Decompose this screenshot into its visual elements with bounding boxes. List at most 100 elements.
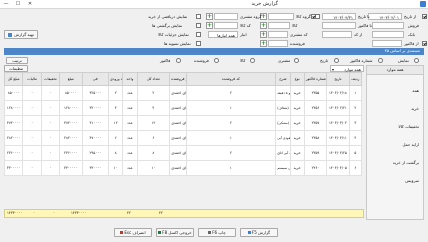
table-header-row: مبلغ کلمالیاتتخفیفاتمبلغفیتعداد ورودیواح… [3, 72, 363, 86]
table-cell: ۰ [22, 85, 42, 101]
table-cell: خرید [289, 100, 305, 116]
maximize-icon[interactable]: ☐ [12, 0, 24, 8]
table-cell: ۴ [136, 100, 171, 116]
column-header[interactable]: تخفیفات [40, 72, 61, 86]
report-button[interactable]: تهیه گزارش [4, 30, 38, 39]
check-settle-checkbox[interactable] [196, 41, 201, 46]
filter-select[interactable]: همه موارد ▾ [330, 65, 364, 72]
totals-row: ۱۴۳۳۰۰۰۰ ۰ ۰ ۱۴۳۳۰۰۰۰ ۴۲ ۴۲ [4, 209, 364, 218]
table-cell: ۱۲۸۰۰۰۰ [59, 100, 83, 116]
column-header[interactable]: مالیات [22, 72, 42, 86]
radio-date[interactable] [334, 58, 339, 63]
table-cell: ۴۷۰۰۰۰ [81, 130, 110, 146]
code-field[interactable] [214, 22, 238, 29]
column-header[interactable]: مبلغ [59, 72, 83, 86]
radio-seller[interactable] [214, 58, 219, 63]
table-cell: ۲۳۶۰۰۰۰ [3, 145, 24, 161]
sidebar-item-all[interactable]: همه [412, 88, 419, 93]
factor-to-field[interactable] [322, 22, 356, 29]
check-settle-label: نمایش تسویه ها [164, 41, 191, 46]
date-to-field[interactable]: ۱۴۰۳/۰۴/۳۱ [322, 13, 356, 20]
close-icon[interactable]: ✕ [24, 0, 36, 8]
sale-field[interactable] [372, 22, 404, 29]
cancel-button[interactable]: Esc انصراف [114, 228, 152, 237]
table-cell: ۰ [40, 160, 61, 176]
group-checkbox[interactable] [311, 14, 316, 19]
radio-goods[interactable] [250, 58, 255, 63]
column-header[interactable]: تعداد ورودی [108, 72, 124, 86]
total-qty: ۴۲ [159, 211, 163, 215]
customer-group-add-button[interactable]: + [206, 13, 213, 20]
column-header[interactable]: واحد [122, 72, 138, 86]
radio-factor-label: فاکتور [160, 58, 171, 63]
bank-label: بانک [408, 32, 416, 37]
sidebar-item-service[interactable]: سرویس [405, 178, 419, 183]
table-cell: خرید [289, 130, 305, 146]
seller-field[interactable] [268, 40, 288, 47]
sidebar-item-purchase[interactable]: خرید [411, 106, 419, 111]
check-returns-checkbox[interactable] [196, 23, 201, 28]
column-header[interactable]: تعداد کل [136, 72, 171, 86]
goods-add-button[interactable]: + [260, 22, 267, 29]
factor-from-field[interactable] [372, 40, 402, 47]
sort-button[interactable]: ترتیب [6, 57, 28, 64]
table-cell: ۵ [348, 145, 363, 161]
group-field[interactable] [268, 13, 294, 20]
radio-show[interactable] [414, 58, 419, 63]
store-select[interactable]: همه انبارها [208, 31, 238, 38]
table-cell: ۲۳۵۹ [303, 145, 328, 161]
code-add-button[interactable]: + [206, 22, 213, 29]
table-row[interactable]: ۳۳۰۰۰۰۰۰۰۳۳۰۰۰۰۰۳۳۰۰۰۰۱۰عدد۱۰آقای احمدی۱… [3, 160, 363, 176]
table-cell: ۲۸۲۰۰۰۰ [59, 130, 83, 146]
date-from-checkbox[interactable] [422, 14, 427, 19]
total-grand: ۱۴۳۳۰۰۰۰ [7, 211, 23, 215]
customer-code-add-button[interactable]: + [260, 31, 267, 38]
table-row[interactable]: ۳۷۲۰۰۰۰۰۰۳۷۲۰۰۰۰۳۱۰۰۰۰۱۲عدد۱۲آقای احمدی۲… [3, 115, 363, 131]
report-f5-button[interactable]: F5 گزارش [240, 228, 278, 237]
sidebar-item-purchase-return[interactable]: برگشت از خرید [393, 160, 419, 165]
column-header[interactable]: کد فروشنده [185, 72, 277, 86]
date-from-field[interactable]: ۱۴۰۳/۰۲/۰۱ [368, 13, 402, 20]
column-header[interactable]: ردیف [348, 72, 363, 86]
table-cell: ۲۳۶۰ [303, 160, 328, 176]
column-header[interactable]: شماره فاکتور [303, 72, 328, 86]
sidebar-header: همه موارد [367, 66, 423, 75]
goods-field[interactable] [268, 22, 290, 29]
radio-factor[interactable] [176, 58, 181, 63]
table-row[interactable]: ۲۳۶۰۰۰۰۰۰۲۳۶۰۰۰۰۲۹۵۰۰۰۸عدد۸آقای احمدی۲چس… [3, 145, 363, 161]
check-details-checkbox[interactable] [196, 32, 201, 37]
excel-export-button[interactable]: F8 خروجی اکسل [156, 228, 194, 237]
table-row[interactable]: ۲۸۲۰۰۰۰۰۰۲۸۲۰۰۰۰۴۷۰۰۰۰۶عدد۶آقای احمدی۱چس… [3, 130, 363, 146]
column-header[interactable]: شرح [275, 72, 291, 86]
column-header[interactable]: نام فروشنده [169, 72, 187, 86]
table-cell: ۶ [108, 130, 124, 146]
table-cell: ۰ [40, 130, 61, 146]
sidebar-item-shipping[interactable]: ارایه حمل [403, 142, 420, 147]
customer-group-field[interactable] [214, 13, 238, 20]
bank-field[interactable] [372, 31, 404, 38]
table-cell: ۴ [348, 130, 363, 146]
sidebar-item-discounts[interactable]: تخفیفات کالا [398, 124, 419, 129]
from-code-field[interactable] [322, 31, 352, 38]
column-header[interactable]: نوع [289, 72, 305, 86]
customer-code-field[interactable] [268, 31, 288, 38]
table-cell: عدد [122, 100, 138, 116]
column-header[interactable]: فی [81, 72, 110, 86]
column-header[interactable]: تاریخ [326, 72, 350, 86]
table-row[interactable]: ۱۲۸۰۰۰۰۰۰۱۲۸۰۰۰۰۳۲۰۰۰۰۴عدد۴آقای احمدی۱در… [3, 100, 363, 116]
table-cell: ۸ [108, 145, 124, 161]
print-button[interactable]: F6 چاپ [198, 228, 236, 237]
minimize-icon[interactable]: — [0, 0, 12, 8]
column-header[interactable]: مبلغ کل [3, 72, 24, 86]
table-cell: ۱ [348, 85, 363, 101]
radio-goods-label: کالا [240, 58, 246, 63]
settings-button[interactable]: تنظیمات [4, 65, 28, 72]
factor-to-label: تا فاکتور [358, 23, 372, 28]
factor-checkbox[interactable] [422, 41, 427, 46]
radio-factor-no[interactable] [378, 58, 383, 63]
seller-add-button[interactable]: + [260, 40, 267, 47]
table-cell: ۲ [348, 100, 363, 116]
table-row[interactable]: ۸۵۰۰۰۰۰۰۸۵۰۰۰۰۴۲۵۰۰۰۲عدد۲آقای احمدی۲چسب … [3, 85, 363, 101]
radio-customer[interactable] [294, 58, 299, 63]
check-received-checkbox[interactable] [196, 14, 201, 19]
